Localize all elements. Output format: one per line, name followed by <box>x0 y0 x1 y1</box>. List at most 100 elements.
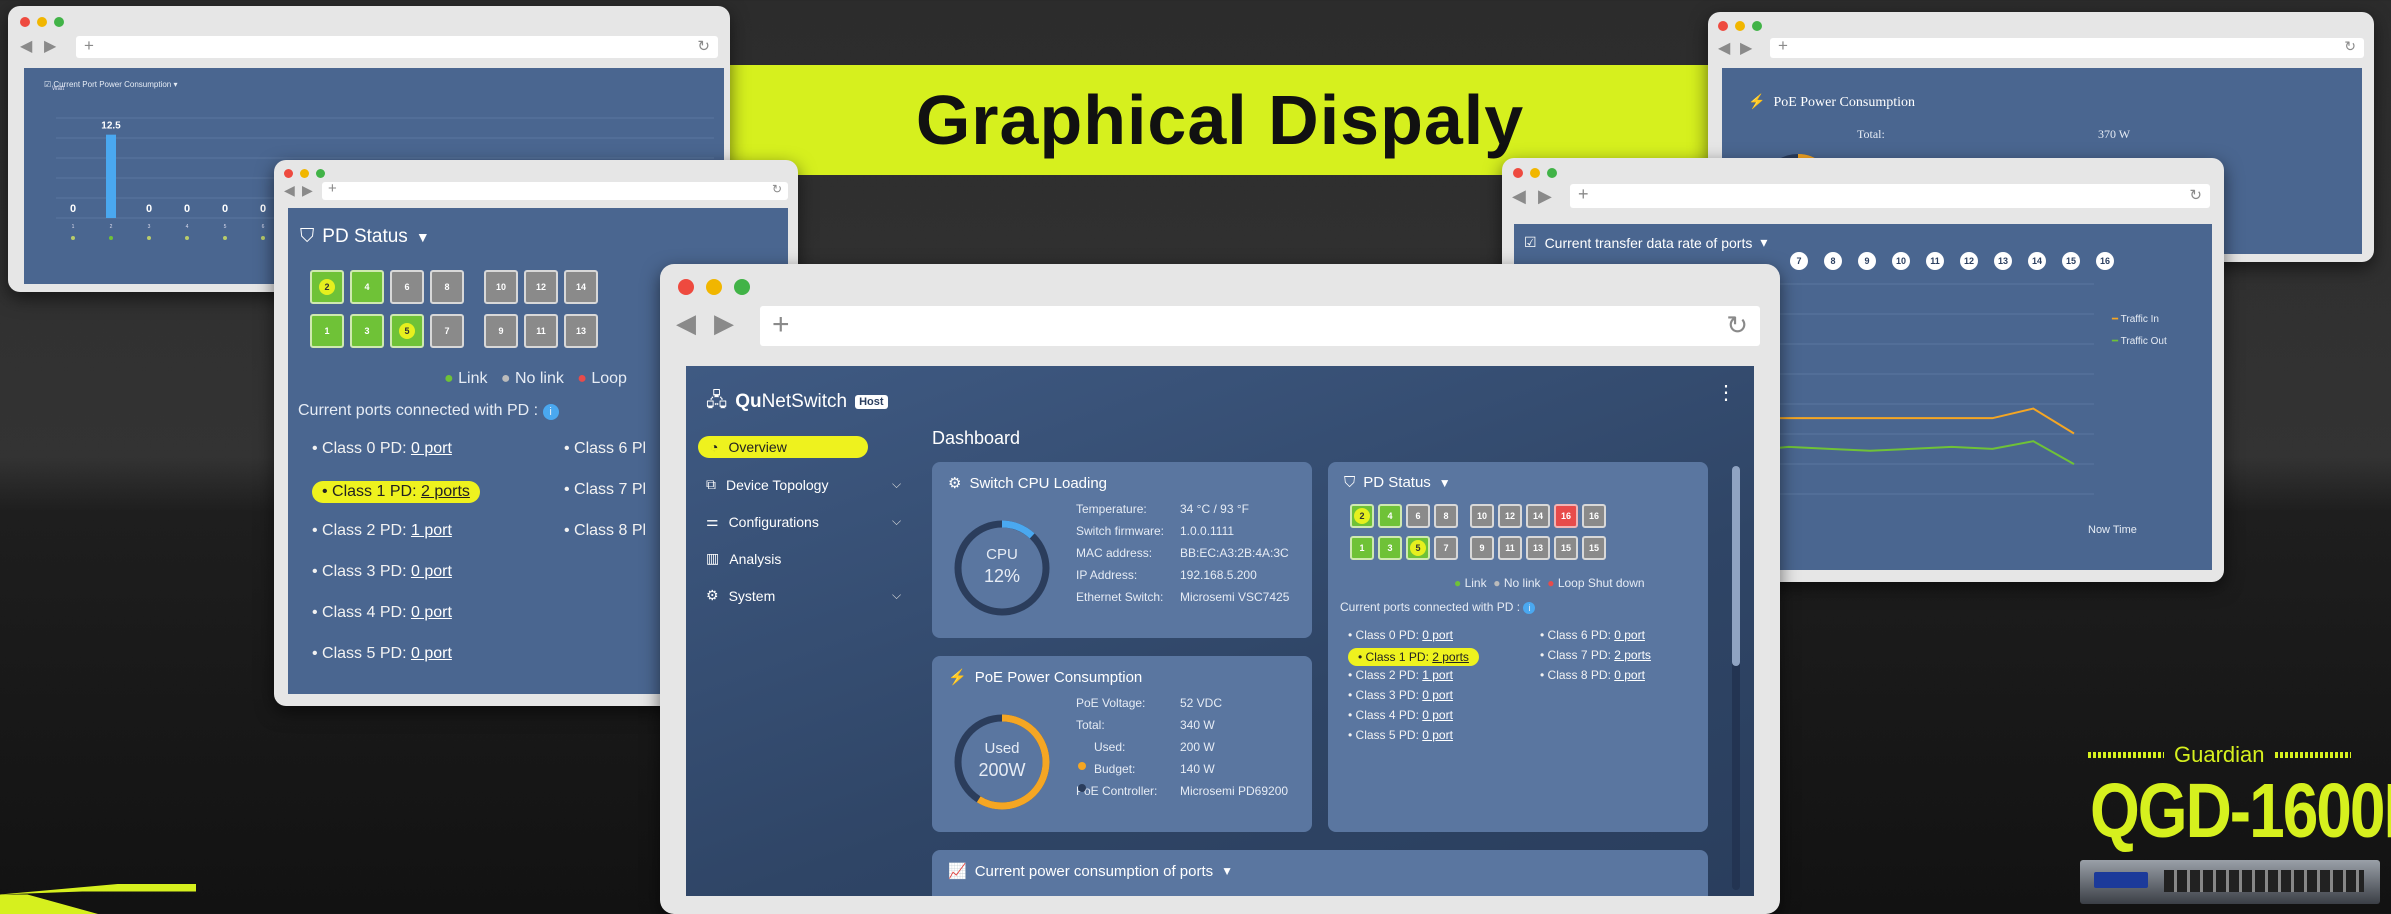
class-value-link[interactable]: 0 port <box>1422 708 1453 722</box>
class-value-link[interactable]: 1 port <box>1422 668 1453 682</box>
chevron-down-icon[interactable]: ▼ <box>1221 864 1233 878</box>
scrollbar[interactable] <box>1732 466 1740 890</box>
info-icon[interactable]: i <box>542 404 559 420</box>
port-14[interactable]: 14 <box>564 270 598 304</box>
minimize-dot[interactable] <box>300 169 309 178</box>
back-arrow-icon[interactable]: ◀ <box>1718 38 1730 58</box>
port-2[interactable]: 2 <box>1350 504 1374 528</box>
forward-arrow-icon[interactable]: ▶ <box>714 308 734 339</box>
port-11[interactable]: 11 <box>524 314 558 348</box>
class-value-link[interactable]: 2 ports <box>421 483 470 500</box>
reload-icon[interactable]: ↻ <box>772 182 782 196</box>
maximize-dot[interactable] <box>1547 168 1557 178</box>
class-value-link[interactable]: 0 port <box>1614 628 1645 642</box>
minimize-dot[interactable] <box>1530 168 1540 178</box>
sidebar-item-system[interactable]: ⚙ System <box>698 584 783 607</box>
port-8[interactable]: 8 <box>1434 504 1458 528</box>
plus-icon[interactable]: + <box>1778 36 1788 56</box>
chevron-down-icon[interactable]: ⌵ <box>892 514 901 529</box>
port-15[interactable]: 15 <box>1554 536 1578 560</box>
port-12[interactable]: 12 <box>1498 504 1522 528</box>
class-value-link[interactable]: 2 ports <box>1614 648 1651 662</box>
class-value-link[interactable]: 0 port <box>411 645 452 662</box>
class-value-link[interactable]: 0 port <box>411 563 452 580</box>
port-5[interactable]: 5 <box>1406 536 1430 560</box>
maximize-dot[interactable] <box>316 169 325 178</box>
forward-arrow-icon[interactable]: ▶ <box>302 182 313 199</box>
plus-icon[interactable]: + <box>1578 184 1589 205</box>
class-value-link[interactable]: 0 port <box>411 440 452 457</box>
chevron-down-icon[interactable]: ▼ <box>416 229 430 245</box>
class-value-link[interactable]: 0 port <box>1422 728 1453 742</box>
class-value-link[interactable]: 0 port <box>1422 688 1453 702</box>
sidebar-item-device-topology[interactable]: ⧉ Device Topology <box>698 473 836 496</box>
port-5[interactable]: 5 <box>390 314 424 348</box>
address-bar[interactable]: + ↻ <box>1570 184 2210 208</box>
reload-icon[interactable]: ↻ <box>1726 310 1748 341</box>
port-7[interactable]: 7 <box>430 314 464 348</box>
close-dot[interactable] <box>1718 21 1728 31</box>
scrollbar-thumb[interactable] <box>1732 466 1740 666</box>
port-13[interactable]: 13 <box>564 314 598 348</box>
back-arrow-icon[interactable]: ◀ <box>284 182 295 199</box>
sidebar-item-overview[interactable]: ◔ Overview <box>698 436 868 458</box>
close-dot[interactable] <box>284 169 293 178</box>
port-1[interactable]: 1 <box>310 314 344 348</box>
address-bar[interactable]: + ↻ <box>322 180 788 200</box>
back-arrow-icon[interactable]: ◀ <box>20 36 32 56</box>
port-10[interactable]: 10 <box>484 270 518 304</box>
class-value-link[interactable]: 0 port <box>411 604 452 621</box>
more-menu-icon[interactable]: ⋮ <box>1716 380 1736 405</box>
close-dot[interactable] <box>678 279 694 295</box>
chevron-down-icon[interactable]: ⌵ <box>892 588 901 603</box>
port-11[interactable]: 11 <box>1498 536 1522 560</box>
maximize-dot[interactable] <box>734 279 750 295</box>
class-value-link[interactable]: 0 port <box>1422 628 1453 642</box>
address-bar[interactable]: + ↻ <box>760 306 1760 346</box>
chevron-down-icon[interactable]: ▼ <box>1439 476 1451 490</box>
chevron-down-icon[interactable]: ⌵ <box>892 477 901 492</box>
port-1[interactable]: 1 <box>1350 536 1374 560</box>
forward-arrow-icon[interactable]: ▶ <box>44 36 56 56</box>
minimize-dot[interactable] <box>37 17 47 27</box>
port-12[interactable]: 12 <box>524 270 558 304</box>
reload-icon[interactable]: ↻ <box>697 37 710 55</box>
port-3[interactable]: 3 <box>1378 536 1402 560</box>
address-bar[interactable]: + ↻ <box>1770 36 2364 58</box>
sidebar-item-configurations[interactable]: ⚌ Configurations <box>698 510 827 533</box>
plus-icon[interactable]: + <box>84 36 94 56</box>
port-6[interactable]: 6 <box>390 270 424 304</box>
port-9[interactable]: 9 <box>484 314 518 348</box>
forward-arrow-icon[interactable]: ▶ <box>1740 38 1752 58</box>
close-dot[interactable] <box>1513 168 1523 178</box>
class-value-link[interactable]: 2 ports <box>1432 650 1469 664</box>
port-10[interactable]: 10 <box>1470 504 1494 528</box>
info-icon[interactable]: i <box>1523 602 1536 614</box>
port-13[interactable]: 13 <box>1526 536 1550 560</box>
port-6[interactable]: 6 <box>1406 504 1430 528</box>
port-4[interactable]: 4 <box>350 270 384 304</box>
port-15[interactable]: 15 <box>1582 536 1606 560</box>
back-arrow-icon[interactable]: ◀ <box>676 308 696 339</box>
maximize-dot[interactable] <box>1752 21 1762 31</box>
port-14[interactable]: 14 <box>1526 504 1550 528</box>
plus-icon[interactable]: + <box>328 180 337 197</box>
class-value-link[interactable]: 1 port <box>411 522 452 539</box>
port-3[interactable]: 3 <box>350 314 384 348</box>
port-9[interactable]: 9 <box>1470 536 1494 560</box>
forward-arrow-icon[interactable]: ▶ <box>1538 186 1552 207</box>
class-value-link[interactable]: 0 port <box>1614 668 1645 682</box>
port-16[interactable]: 16 <box>1554 504 1578 528</box>
port-2[interactable]: 2 <box>310 270 344 304</box>
plus-icon[interactable]: + <box>772 308 790 342</box>
port-7[interactable]: 7 <box>1434 536 1458 560</box>
sidebar-item-analysis[interactable]: ▥ Analysis <box>698 547 789 570</box>
minimize-dot[interactable] <box>1735 21 1745 31</box>
reload-icon[interactable]: ↻ <box>2344 38 2356 55</box>
port-4[interactable]: 4 <box>1378 504 1402 528</box>
port-8[interactable]: 8 <box>430 270 464 304</box>
reload-icon[interactable]: ↻ <box>2189 186 2202 204</box>
close-dot[interactable] <box>20 17 30 27</box>
back-arrow-icon[interactable]: ◀ <box>1512 186 1526 207</box>
maximize-dot[interactable] <box>54 17 64 27</box>
